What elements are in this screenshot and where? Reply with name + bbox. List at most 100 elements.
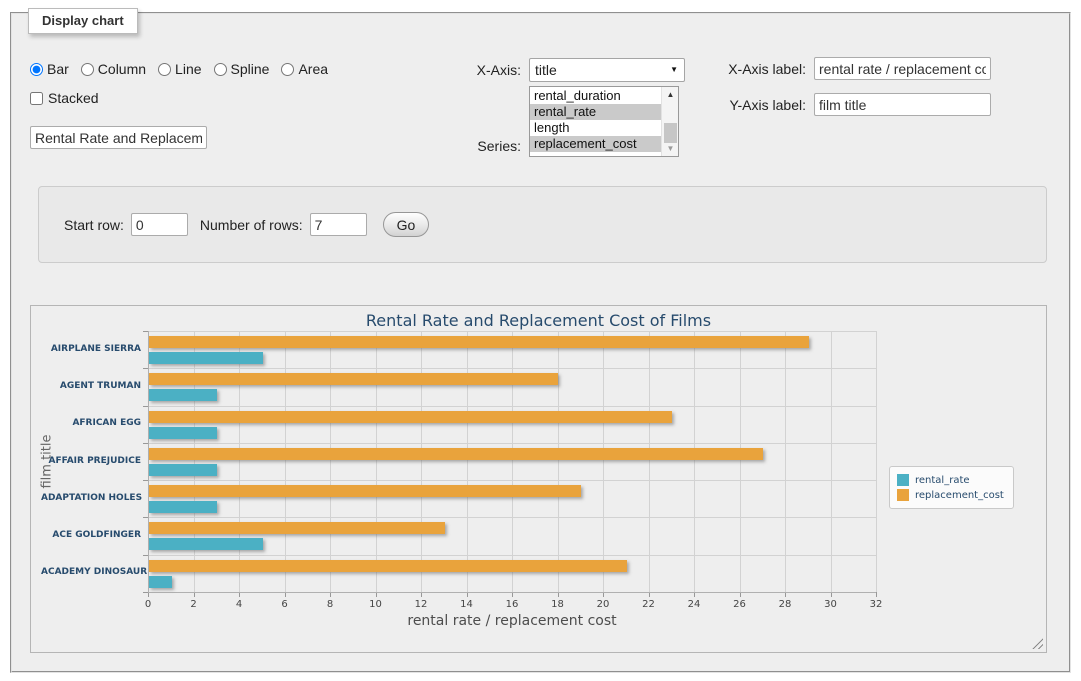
chart-legend: rental_rate replacement_cost [889, 466, 1014, 509]
legend-swatch-icon [897, 489, 909, 501]
gridline [785, 331, 786, 592]
num-rows-input[interactable] [310, 213, 367, 236]
x-axis-label-row: X-Axis label: [712, 57, 991, 80]
replacement_cost-bar[interactable] [149, 373, 558, 385]
x-tick-label: 0 [133, 599, 163, 610]
gridline [512, 331, 513, 592]
category-label: ACE GOLDFINGER [41, 530, 141, 541]
rental_rate-bar[interactable] [149, 538, 263, 550]
stacked-row: Stacked [30, 90, 99, 106]
rows-panel: Start row: Number of rows: Go [38, 186, 1047, 263]
x-axis-label-field-label: X-Axis label: [712, 61, 814, 77]
chart-type-option-column: Column [81, 61, 146, 77]
x-tick-label: 2 [179, 599, 209, 610]
gridline [831, 331, 832, 592]
scroll-up-icon[interactable]: ▲ [662, 87, 679, 102]
x-tick-label: 6 [270, 599, 300, 610]
chevron-down-icon: ▼ [670, 66, 678, 74]
x-tick-label: 20 [588, 599, 618, 610]
series-row: Series: rental_durationrental_ratelength… [417, 86, 679, 157]
gridline [421, 331, 422, 592]
rental_rate-bar[interactable] [149, 352, 263, 364]
gridline [285, 331, 286, 592]
category-label: AFRICAN EGG [41, 418, 141, 429]
x-tick-label: 22 [634, 599, 664, 610]
replacement_cost-bar[interactable] [149, 411, 672, 423]
stacked-checkbox[interactable] [30, 92, 43, 105]
rental_rate-bar[interactable] [149, 427, 217, 439]
legend-item-replacement_cost[interactable]: replacement_cost [897, 488, 1004, 502]
x-axis-selected-value: title [535, 62, 557, 78]
chart-type-label-line: Line [175, 61, 201, 77]
series-option-replacement_cost[interactable]: replacement_cost [530, 136, 661, 152]
series-option-rental_duration[interactable]: rental_duration [530, 88, 661, 104]
scroll-down-icon[interactable]: ▼ [662, 141, 679, 156]
chart-type-label-spline: Spline [231, 61, 270, 77]
chart-title-input[interactable] [30, 126, 207, 149]
rental_rate-bar[interactable] [149, 389, 217, 401]
series-listbox[interactable]: rental_durationrental_ratelengthreplacem… [529, 86, 679, 157]
chart-type-radio-bar[interactable] [30, 63, 43, 76]
replacement_cost-bar[interactable] [149, 560, 627, 572]
display-chart-panel: Display chart BarColumnLineSplineArea St… [10, 12, 1071, 673]
gridline [740, 331, 741, 592]
category-label: AFFAIR PREJUDICE [41, 456, 141, 467]
scrollbar-thumb[interactable] [664, 123, 677, 143]
x-axis-label: X-Axis: [417, 62, 529, 78]
x-tick-label: 10 [361, 599, 391, 610]
rental_rate-bar[interactable] [149, 576, 172, 588]
y-axis-label-input[interactable] [814, 93, 991, 116]
replacement_cost-bar[interactable] [149, 448, 763, 460]
series-option-length[interactable]: length [530, 120, 661, 136]
start-row-input[interactable] [131, 213, 188, 236]
chart-type-option-spline: Spline [214, 61, 270, 77]
go-button[interactable]: Go [383, 212, 430, 237]
y-axis-label-field-label: Y-Axis label: [712, 97, 814, 113]
chart-container: Rental Rate and Replacement Cost of Film… [30, 305, 1047, 653]
gridline [148, 368, 876, 369]
series-option-rental_rate[interactable]: rental_rate [530, 104, 661, 120]
gridline [148, 443, 876, 444]
series-label: Series: [417, 138, 529, 157]
x-tick-label: 30 [816, 599, 846, 610]
category-label: ADAPTATION HOLES [41, 493, 141, 504]
gridline [148, 480, 876, 481]
gridline [239, 331, 240, 592]
rental_rate-bar[interactable] [149, 464, 217, 476]
chart-type-label-area: Area [298, 61, 328, 77]
x-axis-title: rental rate / replacement cost [362, 613, 662, 629]
gridline [876, 331, 877, 592]
y-axis-label-row: Y-Axis label: [712, 93, 991, 116]
listbox-scrollbar[interactable]: ▲ ▼ [661, 87, 678, 156]
chart-type-option-area: Area [281, 61, 328, 77]
start-row-label: Start row: [64, 217, 124, 233]
x-axis-select[interactable]: title ▼ [529, 58, 685, 82]
x-axis-label-input[interactable] [814, 57, 991, 80]
x-tick-label: 28 [770, 599, 800, 610]
x-tick-label: 14 [452, 599, 482, 610]
gridline [558, 331, 559, 592]
legend-label: replacement_cost [915, 490, 1004, 501]
stacked-label: Stacked [48, 90, 99, 106]
chart-type-radio-spline[interactable] [214, 63, 227, 76]
chart-type-label-column: Column [98, 61, 146, 77]
replacement_cost-bar[interactable] [149, 485, 581, 497]
chart-type-radio-column[interactable] [81, 63, 94, 76]
chart-type-radio-line[interactable] [158, 63, 171, 76]
replacement_cost-bar[interactable] [149, 522, 445, 534]
x-tick-label: 18 [543, 599, 573, 610]
chart-type-radio-area[interactable] [281, 63, 294, 76]
gridline [376, 331, 377, 592]
gridline [148, 406, 876, 407]
chart-type-option-line: Line [158, 61, 201, 77]
chart-title: Rental Rate and Replacement Cost of Film… [31, 311, 1046, 330]
legend-label: rental_rate [915, 475, 970, 486]
rental_rate-bar[interactable] [149, 501, 217, 513]
category-label: AGENT TRUMAN [41, 381, 141, 392]
legend-item-rental_rate[interactable]: rental_rate [897, 473, 1004, 487]
resize-handle-icon[interactable] [1032, 638, 1043, 649]
chart-type-radio-group: BarColumnLineSplineArea [30, 61, 336, 77]
replacement_cost-bar[interactable] [149, 336, 809, 348]
category-label: ACADEMY DINOSAUR [41, 567, 141, 578]
gridline [603, 331, 604, 592]
